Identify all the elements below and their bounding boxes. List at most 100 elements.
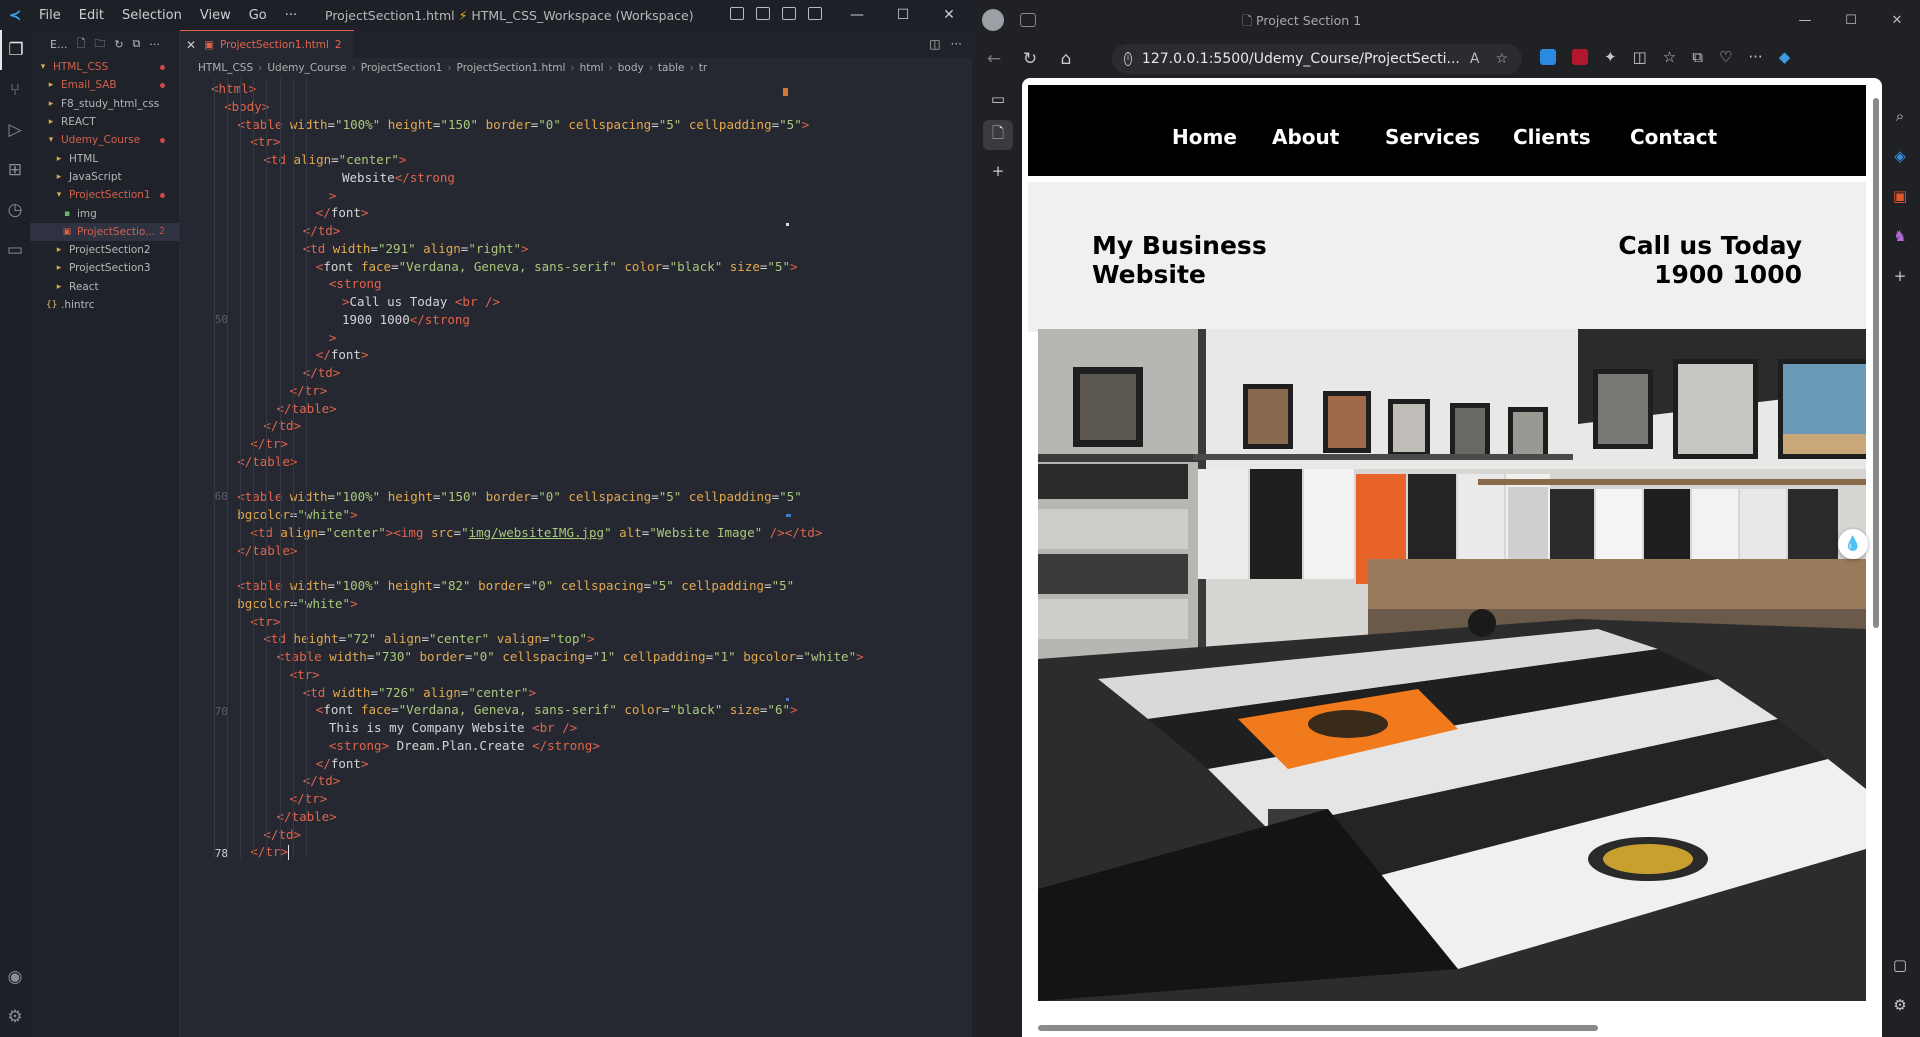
- breadcrumb-item[interactable]: Udemy_Course: [267, 62, 346, 74]
- menu-go[interactable]: Go: [240, 8, 276, 23]
- tree-item[interactable]: ▸ Email_SAB: [30, 76, 179, 94]
- split-editor-icon[interactable]: ◫: [929, 37, 940, 51]
- source-control-icon[interactable]: ⑂: [0, 70, 30, 110]
- split-screen-icon[interactable]: ◫: [1633, 48, 1647, 66]
- run-debug-icon[interactable]: ▷: [0, 110, 30, 150]
- browser-essentials-icon[interactable]: ♡: [1719, 48, 1732, 66]
- new-file-icon[interactable]: 🗋: [76, 35, 85, 54]
- read-aloud-icon[interactable]: A: [1470, 51, 1480, 67]
- tree-item[interactable]: ▸ REACT: [30, 113, 179, 131]
- nav-about-link[interactable]: About: [1272, 125, 1339, 149]
- vscode-titlebar: ≺ File Edit Selection View Go ··· Projec…: [0, 0, 972, 30]
- reload-icon[interactable]: ↻: [1012, 49, 1048, 69]
- search-icon[interactable]: ⌕: [1880, 96, 1920, 136]
- vertical-scrollbar[interactable]: [1873, 98, 1879, 628]
- nav-clients-link[interactable]: Clients: [1513, 125, 1591, 149]
- menu-view[interactable]: View: [191, 8, 240, 23]
- menu-selection[interactable]: Selection: [113, 8, 191, 23]
- extensions-icon[interactable]: ⊞: [0, 150, 30, 190]
- breadcrumb-item[interactable]: html: [580, 62, 604, 74]
- breadcrumb-item[interactable]: ProjectSection1: [361, 62, 443, 74]
- favorites-icon[interactable]: ☆: [1663, 48, 1676, 66]
- code-line[interactable]: </tr>: [180, 841, 972, 862]
- tools-icon[interactable]: ▣: [1880, 176, 1920, 216]
- toggle-panel-icon[interactable]: [756, 7, 770, 20]
- tree-item[interactable]: ▸ ProjectSection2: [30, 241, 179, 259]
- url-text[interactable]: 127.0.0.1:5500/Udemy_Course/ProjectSecti…: [1142, 51, 1460, 67]
- settings-more-icon[interactable]: ···: [1748, 48, 1762, 66]
- minimize-icon[interactable]: —: [834, 0, 880, 30]
- close-icon[interactable]: ✕: [1874, 0, 1920, 40]
- screenshot-icon[interactable]: ▢: [1880, 945, 1920, 985]
- floating-extension-drop-icon[interactable]: 💧: [1838, 529, 1868, 559]
- chevron-right-icon: ›: [570, 62, 575, 74]
- ublock-icon[interactable]: [1572, 49, 1588, 65]
- editor-more-icon[interactable]: ···: [951, 37, 962, 51]
- home-icon[interactable]: ⌂: [1048, 49, 1084, 69]
- favorite-star-icon[interactable]: ☆: [1495, 51, 1508, 67]
- code-view[interactable]: 50 60 70 78 <html> <body> <table width="10…: [180, 78, 972, 1037]
- close-tab-icon[interactable]: ✕: [186, 38, 196, 52]
- breadcrumb-item[interactable]: tr: [699, 62, 707, 74]
- breadcrumb-item[interactable]: ProjectSection1.html: [457, 62, 566, 74]
- menu-file[interactable]: File: [30, 8, 70, 23]
- settings-gear-icon[interactable]: ⚙: [0, 997, 30, 1037]
- customize-layout-icon[interactable]: [808, 7, 822, 20]
- collapse-all-icon[interactable]: ⧉: [133, 37, 141, 51]
- tree-item[interactable]: ▣ ProjectSectio... 2: [30, 222, 179, 241]
- sidebar-settings-icon[interactable]: ⚙: [1880, 985, 1920, 1025]
- tree-item[interactable]: ▪ img: [30, 204, 179, 222]
- explorer-icon[interactable]: ❐: [0, 30, 30, 70]
- tree-item[interactable]: ▸ HTML: [30, 149, 179, 167]
- tab-strip-toggle-icon[interactable]: ▭: [983, 84, 1013, 114]
- games-icon[interactable]: ♞: [1880, 216, 1920, 256]
- editor-tabs: ✕ ▣ ProjectSection1.html 2 ◫ ···: [180, 30, 972, 58]
- more-actions-icon[interactable]: ···: [149, 38, 160, 51]
- tab-actions-icon[interactable]: [1020, 13, 1036, 27]
- tree-item[interactable]: ▸ F8_study_html_css: [30, 95, 179, 113]
- tree-item[interactable]: {} .hintrc: [30, 296, 179, 314]
- toggle-sidebar-icon[interactable]: [730, 7, 744, 20]
- breadcrumb-item[interactable]: table: [658, 62, 685, 74]
- menu-edit[interactable]: Edit: [70, 8, 113, 23]
- new-tab-icon[interactable]: +: [983, 156, 1013, 186]
- add-sidebar-app-icon[interactable]: +: [1880, 256, 1920, 296]
- refresh-icon[interactable]: ↻: [114, 38, 123, 51]
- collections-icon[interactable]: ⧉: [1692, 48, 1703, 66]
- tree-item[interactable]: ▸ ProjectSection3: [30, 259, 179, 277]
- site-info-icon[interactable]: i: [1124, 52, 1132, 66]
- horizontal-scrollbar[interactable]: [1038, 1025, 1598, 1031]
- close-icon[interactable]: ✕: [926, 0, 972, 30]
- nav-contact-link[interactable]: Contact: [1630, 125, 1717, 149]
- timeline-icon[interactable]: ◷: [0, 190, 30, 230]
- minimize-icon[interactable]: —: [1782, 0, 1828, 40]
- tree-item-label: Email_SAB: [61, 79, 117, 92]
- new-folder-icon[interactable]: 🗀: [94, 35, 105, 54]
- tab-projectsection1[interactable]: ✕ ▣ ProjectSection1.html 2: [180, 30, 354, 58]
- shopping-tag-icon[interactable]: ◈: [1880, 136, 1920, 176]
- extensions-puzzle-icon[interactable]: ✦: [1604, 48, 1617, 66]
- nav-home-link[interactable]: Home: [1172, 125, 1237, 149]
- toggle-secondary-sidebar-icon[interactable]: [782, 7, 796, 20]
- back-icon[interactable]: ←: [976, 49, 1012, 69]
- accounts-icon[interactable]: ◉: [0, 957, 30, 997]
- extension-drop-icon[interactable]: [1540, 49, 1556, 65]
- breadcrumb-item[interactable]: body: [618, 62, 644, 74]
- address-bar[interactable]: i 127.0.0.1:5500/Udemy_Course/ProjectSec…: [1112, 44, 1522, 74]
- tree-item[interactable]: ▸ React: [30, 278, 179, 296]
- breadcrumb-item[interactable]: HTML_CSS: [198, 62, 253, 74]
- tree-item[interactable]: ▾ Udemy_Course: [30, 131, 179, 149]
- maximize-icon[interactable]: ☐: [1828, 0, 1874, 40]
- maximize-icon[interactable]: ☐: [880, 0, 926, 30]
- tree-item[interactable]: ▸ JavaScript: [30, 168, 179, 186]
- remote-explorer-icon[interactable]: ▭: [0, 230, 30, 270]
- menu-more[interactable]: ···: [276, 8, 306, 23]
- nav-services-link[interactable]: Services: [1385, 125, 1480, 149]
- browser-tab-title[interactable]: 🗋 Project Section 1: [1242, 12, 1361, 33]
- tree-item[interactable]: ▾ ProjectSection1: [30, 186, 179, 204]
- tree-item[interactable]: ▾ HTML_CSS: [30, 58, 179, 76]
- copilot-icon[interactable]: ◆: [1779, 48, 1791, 66]
- folder-open-icon: ▾: [40, 62, 46, 73]
- vertical-tab-page-icon[interactable]: 🗋: [983, 120, 1013, 150]
- profile-avatar[interactable]: [982, 9, 1004, 31]
